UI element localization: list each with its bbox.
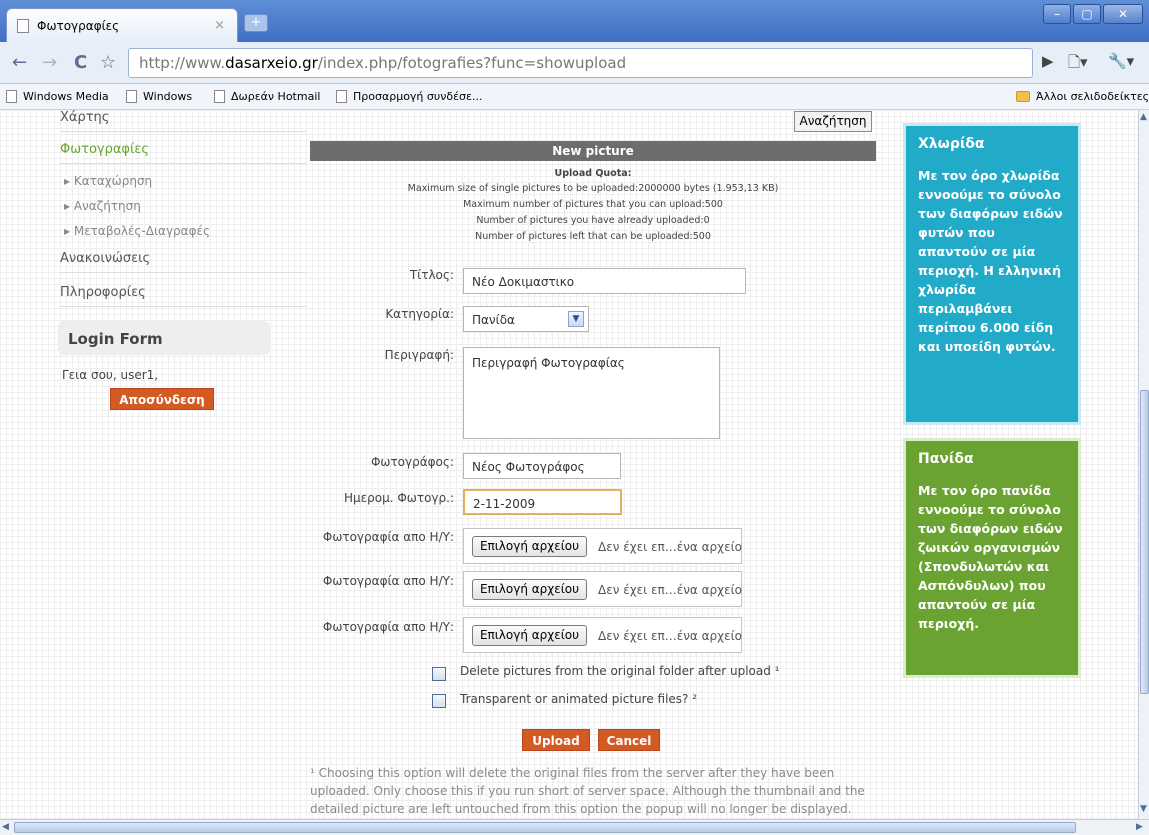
reload-icon[interactable]: C <box>74 52 87 73</box>
play-icon[interactable]: ▶ <box>1042 52 1054 70</box>
horizontal-scrollbar[interactable]: ◀ ▶ <box>0 819 1149 835</box>
sidebar-subitem-edit-delete[interactable]: ▸ Μεταβολές-Διαγραφές <box>64 224 210 238</box>
tab-title: Φωτογραφίες <box>37 18 120 33</box>
scroll-left-arrow-icon[interactable]: ◀ <box>2 822 9 832</box>
date-label: Ημερομ. Φωτογρ.: <box>343 491 454 505</box>
quota-line: Number of pictures you have already uplo… <box>476 215 710 226</box>
quota-line: Maximum number of pictures that you can … <box>463 199 723 210</box>
sidebar-subitem-search[interactable]: ▸ Αναζήτηση <box>64 199 141 213</box>
description-label: Περιγραφή: <box>384 348 454 362</box>
file-input: Επιλογή αρχείου Δεν έχει επ…ένα αρχείο <box>463 528 742 564</box>
maximize-button[interactable]: ▢ <box>1073 4 1101 24</box>
browser-toolbar: ← → C ☆ http://www. dasarxeio.gr/index.ph… <box>0 42 1149 84</box>
photographer-input[interactable]: Νέος Φωτογράφος <box>463 453 621 479</box>
vertical-scroll-thumb[interactable] <box>1140 390 1149 694</box>
flora-info-box: Χλωρίδα Με τον όρο χλωρίδα εννοούμε το σ… <box>903 123 1081 425</box>
url-prefix: http://www. <box>139 54 226 72</box>
file-status: Δεν έχει επ…ένα αρχείο <box>598 540 742 554</box>
vertical-scrollbar[interactable]: ▲ ▼ <box>1138 110 1149 819</box>
bookmark-customize[interactable]: Προσαρμογή συνδέσε... <box>336 90 482 103</box>
bookmarks-bar: Windows Media Windows Δωρεάν Hotmail Προ… <box>0 84 1149 110</box>
photographer-label: Φωτογράφος: <box>370 455 454 469</box>
browser-titlebar: Φωτογραφίες × + – ▢ ✕ <box>0 0 1149 42</box>
title-input[interactable]: Νέο Δοκιμαστικο <box>463 268 746 294</box>
file-status: Δεν έχει επ…ένα αρχείο <box>598 583 742 597</box>
close-window-button[interactable]: ✕ <box>1103 4 1143 24</box>
fauna-title: Πανίδα <box>918 451 974 467</box>
url-host: dasarxeio.gr <box>225 54 318 72</box>
other-bookmarks[interactable]: Άλλοι σελιδοδείκτες <box>1016 90 1149 103</box>
file-label: Φωτογραφία απο Η/Υ: <box>322 620 454 634</box>
new-picture-header: New picture <box>310 141 876 161</box>
folder-icon <box>1016 91 1030 102</box>
file-input: Επιλογή αρχείου Δεν έχει επ…ένα αρχείο <box>463 571 742 607</box>
flora-title: Χλωρίδα <box>918 136 985 152</box>
file-label: Φωτογραφία απο Η/Υ: <box>322 574 454 588</box>
title-label: Τίτλος: <box>409 268 454 282</box>
delete-originals-checkbox[interactable] <box>432 667 446 681</box>
window-controls: – ▢ ✕ <box>1043 4 1143 24</box>
horizontal-scroll-thumb[interactable] <box>14 822 1076 833</box>
description-textarea[interactable]: Περιγραφή Φωτογραφίας <box>463 347 720 439</box>
scroll-right-arrow-icon[interactable]: ▶ <box>1136 822 1143 832</box>
bookmark-hotmail[interactable]: Δωρεάν Hotmail <box>214 90 320 103</box>
fauna-text: Με τον όρο πανίδα εννοούμε το σύνολο των… <box>918 483 1063 631</box>
file-label: Φωτογραφία απο Η/Υ: <box>322 530 454 544</box>
category-select[interactable]: Πανίδα ▼ <box>463 306 589 332</box>
back-arrow-icon[interactable]: ← <box>12 52 27 73</box>
bookmark-windows-media[interactable]: Windows Media <box>6 90 109 103</box>
browser-tab[interactable]: Φωτογραφίες × <box>6 8 238 42</box>
quota-line: Maximum size of single pictures to be up… <box>407 183 779 194</box>
bookmark-windows[interactable]: Windows <box>126 90 192 103</box>
choose-file-button[interactable]: Επιλογή αρχείου <box>472 536 587 557</box>
sidebar-item-announcements[interactable]: Ανακοινώσεις <box>60 251 306 273</box>
quota-line: Number of pictures left that can be uplo… <box>475 231 711 242</box>
page-icon <box>17 18 29 33</box>
tab-close-icon[interactable]: × <box>214 18 225 33</box>
page-menu-icon[interactable]: 🗋▾ <box>1068 52 1088 77</box>
transparent-files-label: Transparent or animated picture files? ² <box>460 692 698 706</box>
delete-originals-label: Delete pictures from the original folder… <box>460 664 780 678</box>
wrench-menu-icon[interactable]: 🔧▾ <box>1108 52 1134 70</box>
category-label: Κατηγορία: <box>385 307 454 321</box>
star-bookmark-icon[interactable]: ☆ <box>100 52 116 73</box>
page-icon <box>6 90 17 103</box>
choose-file-button[interactable]: Επιλογή αρχείου <box>472 579 587 600</box>
forward-arrow-icon[interactable]: → <box>42 52 57 73</box>
flora-text: Με τον όρο χλωρίδα εννοούμε το σύνολο τω… <box>918 168 1063 354</box>
sidebar-item-info[interactable]: Πληροφορίες <box>60 285 306 307</box>
greeting-text: Γεια σου, user1, <box>62 368 159 382</box>
new-tab-button[interactable]: + <box>244 14 268 32</box>
fauna-info-box: Πανίδα Με τον όρο πανίδα εννοούμε το σύν… <box>903 438 1081 678</box>
logout-button[interactable]: Αποσύνδεση <box>110 388 214 410</box>
page-viewport: Χάρτης Φωτογραφίες ▸ Καταχώρηση ▸ Αναζήτ… <box>0 110 1138 819</box>
sidebar-subitem-register[interactable]: ▸ Καταχώρηση <box>64 174 152 188</box>
date-input[interactable]: 2-11-2009 <box>463 489 622 515</box>
search-button[interactable]: Αναζήτηση <box>794 111 872 132</box>
page-icon <box>336 90 347 103</box>
file-input: Επιλογή αρχείου Δεν έχει επ…ένα αρχείο <box>463 617 742 653</box>
cancel-button[interactable]: Cancel <box>598 729 660 751</box>
upload-button[interactable]: Upload <box>522 729 590 751</box>
choose-file-button[interactable]: Επιλογή αρχείου <box>472 625 587 646</box>
chevron-down-icon[interactable]: ▼ <box>568 311 584 327</box>
scroll-down-arrow-icon[interactable]: ▼ <box>1140 804 1147 814</box>
scroll-up-arrow-icon[interactable]: ▲ <box>1140 112 1147 122</box>
page-icon <box>214 90 225 103</box>
address-bar[interactable]: http://www. dasarxeio.gr/index.php/fotogr… <box>128 48 1033 78</box>
login-form-title: Login Form <box>58 321 270 355</box>
transparent-files-checkbox[interactable] <box>432 694 446 708</box>
quota-title: Upload Quota: <box>554 168 632 179</box>
sidebar-item-photos[interactable]: Φωτογραφίες <box>60 142 306 164</box>
sidebar-item-map[interactable]: Χάρτης <box>60 110 306 132</box>
page-icon <box>126 90 137 103</box>
minimize-button[interactable]: – <box>1043 4 1071 24</box>
category-value: Πανίδα <box>472 313 515 327</box>
footnote-text: ¹ Choosing this option will delete the o… <box>310 766 865 816</box>
file-status: Δεν έχει επ…ένα αρχείο <box>598 629 742 643</box>
url-path: /index.php/fotografies?func=showupload <box>317 54 627 72</box>
